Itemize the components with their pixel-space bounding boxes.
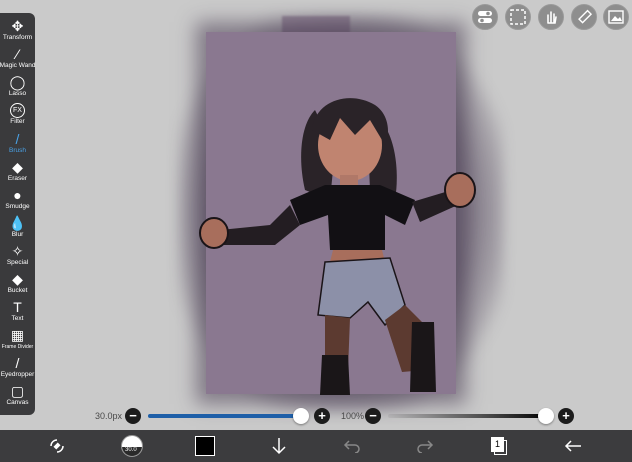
tool-label: Brush [9, 147, 26, 154]
drawing-canvas-area[interactable] [0, 0, 632, 430]
bucket-icon: ◆ [12, 271, 23, 287]
tool-transform[interactable]: ✥ Transform [0, 18, 35, 42]
opacity-knob[interactable] [538, 408, 554, 424]
smudge-icon: ● [13, 187, 22, 203]
hand-icon [547, 11, 557, 24]
tool-special[interactable]: ✧ Special [0, 243, 35, 267]
rotate-eraser-icon [50, 439, 64, 453]
opacity-decrease-button[interactable]: − [365, 408, 381, 424]
brush-slider-bar: 30.0px − + 100% − + [0, 404, 632, 428]
quick-menu-button[interactable] [47, 436, 67, 456]
tool-blur[interactable]: 💧 Blur [0, 215, 35, 239]
tool-label: Eyedropper [0, 371, 35, 378]
transform-icon: ✥ [11, 18, 24, 34]
tool-label: Filter [10, 118, 25, 125]
tool-frame-divider[interactable]: ▦ Frame Divider [0, 327, 35, 351]
color-swatch-button[interactable] [195, 436, 215, 456]
selection-button[interactable] [505, 4, 531, 30]
tool-palette: ✥ Transform ⁄ Magic Wand ◯ Lasso FX Filter / Brus… [0, 13, 35, 415]
opacity-increase-button[interactable]: + [558, 408, 574, 424]
tool-smudge[interactable]: ● Smudge [0, 187, 35, 211]
tool-label: Magic Wand [0, 62, 36, 69]
eraser-icon: ◆ [12, 159, 23, 175]
undo-icon [343, 440, 360, 453]
hand-tool-button[interactable] [538, 4, 564, 30]
tool-label: Special [6, 259, 29, 266]
tool-lasso[interactable]: ◯ Lasso [0, 74, 35, 98]
download-button[interactable] [269, 436, 289, 456]
tool-label: Eraser [7, 175, 28, 182]
tool-brush[interactable]: / Brush [0, 131, 35, 155]
ruler-button[interactable] [571, 4, 597, 30]
tool-eraser[interactable]: ◆ Eraser [0, 159, 35, 183]
dashed-selection-icon [510, 9, 526, 25]
redo-button[interactable] [415, 436, 435, 456]
brush-size-track[interactable] [148, 414, 302, 418]
brush-size-decrease-button[interactable]: − [125, 408, 141, 424]
tool-text[interactable]: T Text [0, 299, 35, 323]
toggle-panel-button[interactable] [472, 4, 498, 30]
brush-preview-label: 30.0 [125, 447, 137, 453]
tool-label: Blur [11, 231, 24, 238]
brush-icon: / [15, 131, 20, 147]
arrow-down-icon [272, 438, 286, 455]
fx-icon: FX [10, 103, 25, 118]
tool-label: Smudge [5, 203, 30, 210]
brush-size-increase-button[interactable]: + [314, 408, 330, 424]
lasso-icon: ◯ [9, 74, 26, 90]
tool-label: Lasso [8, 90, 27, 97]
layers-button[interactable]: 1 [489, 436, 509, 456]
eyedropper-icon: / [15, 355, 20, 371]
arrow-left-icon [564, 440, 581, 452]
tool-label: Transform [2, 34, 33, 41]
opacity-track[interactable] [388, 414, 548, 418]
blur-drop-icon: 💧 [8, 215, 27, 231]
tool-label: Text [11, 315, 24, 322]
layers-count: 1 [491, 437, 504, 452]
image-button[interactable] [603, 4, 629, 30]
canvas-icon: ▢ [10, 383, 25, 399]
brush-size-label: 30.0px [95, 411, 123, 421]
character-drawing [199, 98, 476, 395]
redo-icon [417, 440, 434, 453]
ruler-icon [578, 9, 592, 24]
frame-divider-icon: ▦ [10, 327, 25, 343]
undo-button[interactable] [342, 436, 362, 456]
image-icon [608, 10, 624, 24]
tool-eyedropper[interactable]: / Eyedropper [0, 355, 35, 379]
brush-size-knob[interactable] [293, 408, 309, 424]
tool-label: Frame Divider [1, 344, 34, 350]
special-wand-icon: ✧ [11, 243, 24, 259]
tool-label: Bucket [7, 287, 28, 294]
tool-magic-wand[interactable]: ⁄ Magic Wand [0, 46, 35, 70]
brush-preview-button[interactable]: 30.0 [121, 435, 143, 457]
tool-filter[interactable]: FX Filter [0, 103, 35, 126]
toggle-icon [478, 11, 492, 23]
layers-icon: 1 [491, 437, 507, 455]
tool-bucket[interactable]: ◆ Bucket [0, 271, 35, 295]
text-icon: T [13, 299, 22, 315]
back-button[interactable] [563, 436, 583, 456]
magic-wand-icon: ⁄ [16, 46, 19, 62]
bottom-toolbar: 30.0 1 [0, 430, 632, 462]
opacity-label: 100% [341, 411, 365, 421]
